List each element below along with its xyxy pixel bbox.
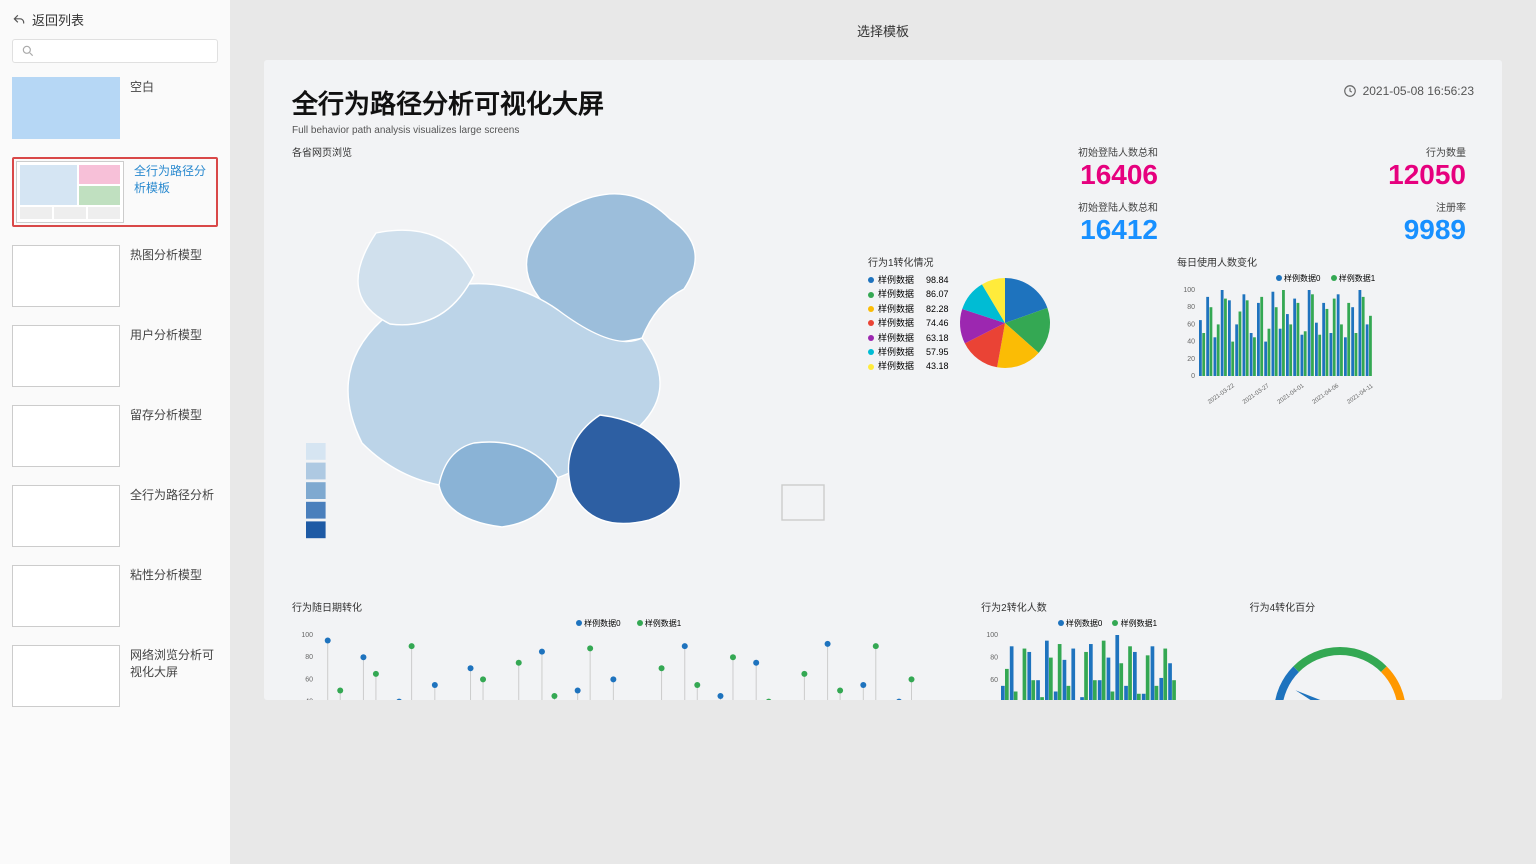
template-item-blank[interactable]: 空白 [12, 77, 218, 139]
daily-bar-chart: 0 20 40 60 80 100 2021-03-22 2021-03-27 2021-04-… [1177, 286, 1377, 406]
dashboard-timestamp: 2021-05-08 16:56:23 [1343, 84, 1474, 98]
kpi-initial-login-sum-2: 初始登陆人数总和 16412 [868, 199, 1166, 248]
svg-text:2021-03-22: 2021-03-22 [1207, 383, 1236, 406]
clock-icon [1343, 84, 1357, 98]
map-label: 各省网页浏览 [292, 144, 852, 159]
svg-text:100: 100 [301, 632, 313, 639]
back-button[interactable]: 返回列表 [12, 10, 218, 29]
template-label: 全行为路径分析 [130, 485, 214, 504]
svg-text:2021-04-11: 2021-04-11 [1346, 383, 1375, 406]
template-item-heatmap[interactable]: 热图分析模型 [12, 245, 218, 307]
back-label: 返回列表 [32, 10, 84, 29]
gauge-label: 行为4转化百分 [1250, 599, 1474, 614]
template-label: 热图分析模型 [130, 245, 202, 264]
template-thumb [12, 565, 120, 627]
svg-text:0: 0 [1191, 373, 1195, 380]
search-icon [21, 44, 35, 58]
svg-text:100: 100 [1183, 287, 1195, 294]
template-preview-canvas: 全行为路径分析可视化大屏 Full behavior path analysis… [264, 60, 1502, 700]
template-label: 粘性分析模型 [130, 565, 202, 584]
template-thumb [12, 325, 120, 387]
template-item-browsing[interactable]: 网络浏览分析可视化大屏 [12, 645, 218, 707]
pie-label: 行为1转化情况 [868, 254, 1165, 269]
template-label: 全行为路径分析模板 [134, 161, 214, 197]
svg-text:80: 80 [990, 655, 998, 662]
template-label: 网络浏览分析可视化大屏 [130, 645, 218, 681]
kpi-register-rate: 注册率 9989 [1176, 199, 1474, 248]
svg-text:100: 100 [986, 632, 998, 639]
svg-text:2021-04-01: 2021-04-01 [1277, 383, 1306, 406]
bar2-chart: 020406080100样例数据2021-03.样例数据2021-04.样例数据… [981, 631, 1181, 700]
template-thumb [12, 77, 120, 139]
template-thumb [12, 245, 120, 307]
back-arrow-icon [12, 13, 26, 27]
template-item-full-behavior[interactable]: 全行为路径分析模板 [12, 157, 218, 227]
template-item-full-path[interactable]: 全行为路径分析 [12, 485, 218, 547]
svg-text:80: 80 [1187, 304, 1195, 311]
pie-legend: 样例数据98.84样例数据86.07样例数据82.28样例数据74.46样例数据… [868, 273, 949, 374]
bar2-label: 行为2转化人数 [981, 599, 1233, 614]
template-list: 空白 全行为路径分析模板 热图分析模型 用户分析模型 [12, 77, 218, 854]
search-input-wrap[interactable] [12, 39, 218, 63]
svg-text:40: 40 [1187, 339, 1195, 346]
template-label: 用户分析模型 [130, 325, 202, 344]
svg-text:2021-03-27: 2021-03-27 [1242, 383, 1271, 406]
template-label: 空白 [130, 77, 154, 96]
page-title: 选择模板 [230, 0, 1536, 60]
template-thumb [16, 161, 124, 223]
kpi-behavior-count: 行为数量 12050 [1176, 144, 1474, 193]
svg-text:60: 60 [305, 676, 313, 683]
daily-bar-label: 每日使用人数变化 [1177, 254, 1474, 269]
svg-text:40: 40 [305, 699, 313, 700]
pie-chart [955, 273, 1055, 373]
gauge-chart: 015 [1250, 618, 1430, 700]
scatter-chart: 020406080100样例数据12021-03-样例数据22021-03-样例… [292, 631, 932, 700]
search-input[interactable] [41, 44, 209, 58]
template-label: 留存分析模型 [130, 405, 202, 424]
svg-text:60: 60 [1187, 321, 1195, 328]
china-map-chart [292, 163, 852, 583]
svg-text:2021-04-06: 2021-04-06 [1312, 383, 1341, 406]
dashboard-title: 全行为路径分析可视化大屏 [292, 84, 604, 121]
svg-text:20: 20 [1187, 356, 1195, 363]
template-thumb [12, 645, 120, 707]
dashboard-subtitle: Full behavior path analysis visualizes l… [292, 125, 604, 136]
svg-text:60: 60 [990, 677, 998, 684]
template-thumb [12, 405, 120, 467]
kpi-initial-login-sum: 初始登陆人数总和 16406 [868, 144, 1166, 193]
template-item-retention[interactable]: 留存分析模型 [12, 405, 218, 467]
scatter-label: 行为随日期转化 [292, 599, 965, 614]
template-thumb [12, 485, 120, 547]
template-item-user[interactable]: 用户分析模型 [12, 325, 218, 387]
template-item-sticky[interactable]: 粘性分析模型 [12, 565, 218, 627]
svg-text:80: 80 [305, 654, 313, 661]
